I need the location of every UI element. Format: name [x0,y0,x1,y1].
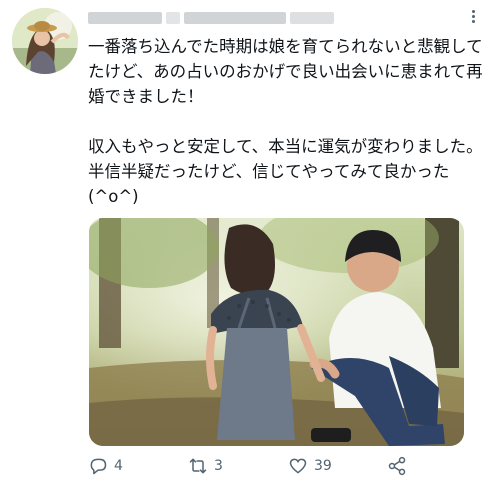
avatar[interactable] [12,8,78,74]
tweet-photo[interactable] [89,218,464,446]
tweet-actions: 4 3 39 [88,456,488,480]
retweet-count: 3 [214,458,223,474]
author-handle-redacted [184,12,286,24]
tweet-text: 一番落ち込んでた時期は娘を育てられないと悲観してたけど、あの占いのおかげで良い出… [88,37,483,206]
retweet-icon [189,458,207,474]
share-button[interactable] [387,456,407,476]
reply-icon [90,458,107,475]
timestamp-redacted [290,12,334,24]
retweet-button[interactable]: 3 [188,456,223,476]
author-header[interactable] [88,10,334,26]
author-name-redacted [88,12,162,24]
heart-icon [289,458,307,474]
reply-button[interactable]: 4 [88,456,123,476]
reply-count: 4 [114,458,123,474]
like-count: 39 [314,458,332,474]
more-options-icon[interactable] [466,8,480,30]
share-icon [388,456,406,476]
redaction-mark [166,12,180,24]
like-button[interactable]: 39 [288,456,332,476]
